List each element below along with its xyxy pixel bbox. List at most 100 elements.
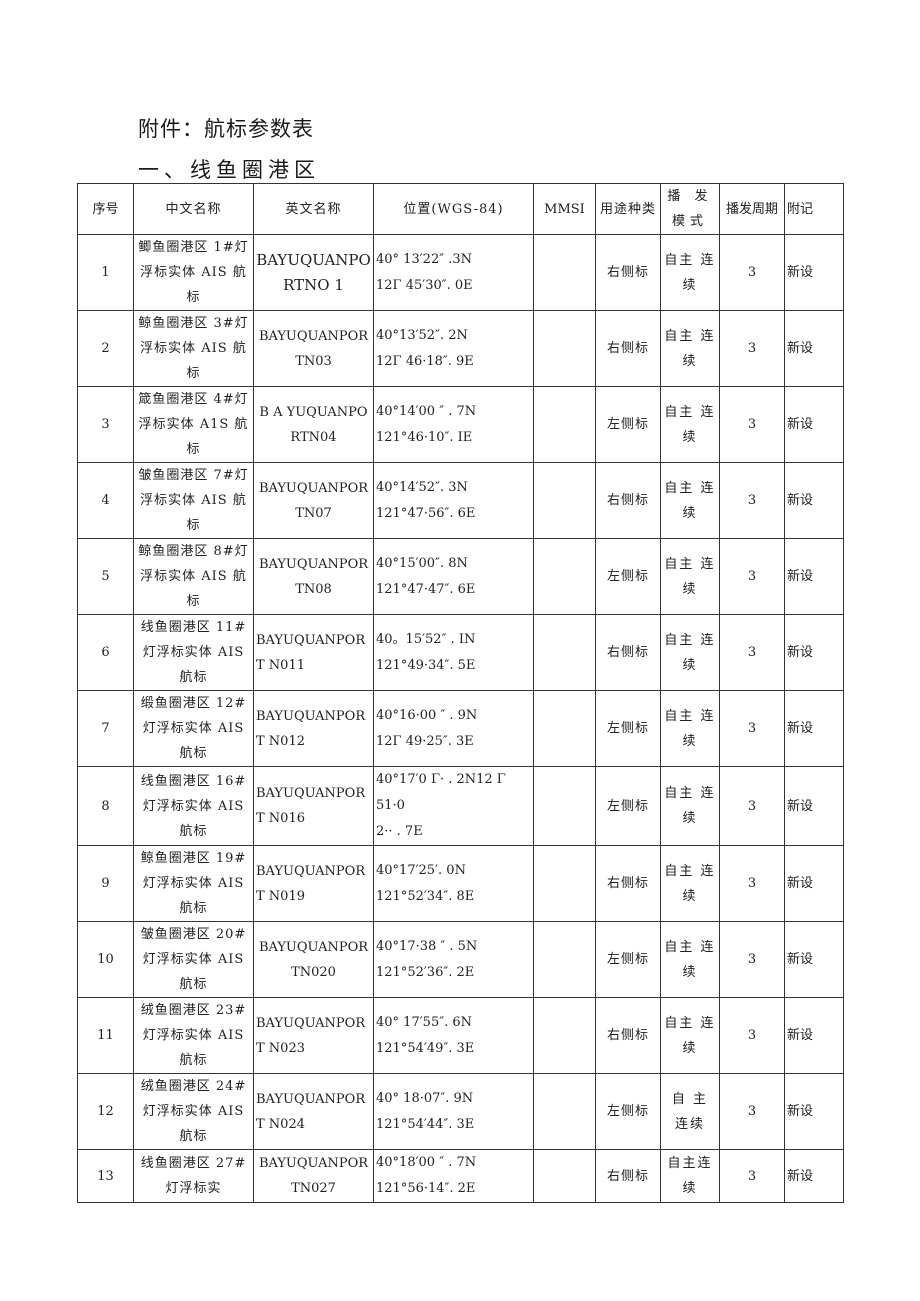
cell-note: 新设 — [784, 614, 844, 691]
cell-index: 12 — [77, 1073, 134, 1150]
position-longitude: 2·· . 7E — [376, 824, 423, 839]
cell-cn-name: 鲫鱼圈港区 1#灯浮标实体 AIS 航标 — [133, 234, 254, 311]
cell-usage: 右侧标 — [595, 614, 661, 691]
table-row: 6 线鱼圈港区 11#灯浮标实体 AIS 航标 BAYUQUANPORT N011 4… — [77, 614, 844, 691]
cell-en-name: BAYUQUANPORT N023 — [253, 997, 374, 1074]
table-row: 7 缎鱼圈港区 12#灯浮标实体 AIS 航标 BAYUQUANPORT N012 4… — [77, 690, 844, 767]
cell-mmsi — [533, 614, 596, 691]
cell-mmsi — [533, 997, 596, 1074]
cell-cn-name: 鲸鱼圈港区 8#灯浮标实体 AIS 航标 — [133, 538, 254, 615]
cell-cn-name: 鲸鱼圈港区 19#灯浮标实体 AIS 航标 — [133, 845, 254, 922]
cell-index: 4 — [77, 462, 134, 539]
cell-index: 7 — [77, 690, 134, 767]
position-latitude: 40°17·38 ″ . 5N — [376, 938, 478, 954]
cell-en-name: BAYUQUANPORT N019 — [253, 845, 374, 922]
cell-period: 3 — [719, 845, 785, 922]
cell-en-name: BAYUQUANPORTNO 1 — [253, 234, 374, 311]
cell-cn-name: 皱鱼圈港区 20#灯浮标实体 AIS 航标 — [133, 921, 254, 998]
cell-index: 11 — [77, 997, 134, 1074]
position-latitude: 40°14′52″. 3N — [376, 479, 468, 495]
cell-mmsi — [533, 1073, 596, 1150]
document-page: 附件：航标参数表 一、线鱼圈港区 序号 中文名称 英文名称 位置(WGS-84)… — [0, 0, 920, 1301]
position-latitude: 40°16·00 ″ . 9N — [376, 707, 478, 723]
table-row: 10 皱鱼圈港区 20#灯浮标实体 AIS 航标 BAYUQUANPORTN020 4… — [77, 921, 844, 998]
cell-mode: 自主 连续 — [660, 386, 720, 463]
cell-mode: 自主 连续 — [660, 766, 720, 846]
table-row: 3 箴鱼圈港区 4#灯浮标实体 A1S 航标 B A YUQUANPORTN04 40… — [77, 386, 844, 463]
cell-mmsi — [533, 234, 596, 311]
cell-position: 40°18′00 ″ . 7N 121°56·14″. 2E — [373, 1149, 534, 1203]
cell-usage: 左侧标 — [595, 766, 661, 846]
position-longitude: 121°46·10″. IE — [376, 429, 473, 445]
cell-mmsi — [533, 921, 596, 998]
header-period: 播发周期 — [719, 183, 785, 235]
cell-mode: 自主 连续 — [660, 462, 720, 539]
cell-en-name: BAYUQUANPORT N016 — [253, 766, 374, 846]
table-row: 12 绒鱼圈港区 24#灯浮标实体 AIS 航标 BAYUQUANPORT N024… — [77, 1073, 844, 1150]
cell-cn-name: 绒鱼圈港区 23#灯浮标实体 AIS 航标 — [133, 997, 254, 1074]
cell-en-name: BAYUQUANPORTN027 — [253, 1149, 374, 1203]
position-latitude: 40°17′0 Γ· . 2N12 Γ 51·0 — [376, 772, 506, 813]
cell-mode: 自主 连续 — [660, 845, 720, 922]
position-longitude: 121°49·34″. 5E — [376, 657, 476, 673]
cell-index: 10 — [77, 921, 134, 998]
cell-cn-name: 线鱼圈港区 16#灯浮标实体 AIS 航标 — [133, 766, 254, 846]
position-longitude: 121°56·14″. 2E — [376, 1181, 476, 1196]
header-mode: 播 发 模式 — [660, 183, 720, 235]
cell-en-name: B A YUQUANPORTN04 — [253, 386, 374, 463]
cell-note: 新设 — [784, 921, 844, 998]
cell-mode: 自主 连续 — [660, 538, 720, 615]
position-longitude: 121°54′49″. 3E — [376, 1040, 475, 1056]
cell-cn-name: 线鱼圈港区 11#灯浮标实体 AIS 航标 — [133, 614, 254, 691]
cell-mmsi — [533, 1149, 596, 1203]
cell-usage: 右侧标 — [595, 845, 661, 922]
cell-mode: 自主 连续 — [660, 690, 720, 767]
aids-parameter-table: 序号 中文名称 英文名称 位置(WGS-84) MMSI 用途种类 播 发 模式… — [77, 183, 844, 1203]
position-longitude: 121°52′36″. 2E — [376, 964, 475, 980]
cell-mode: 自主 连续 — [660, 234, 720, 311]
cell-en-name: BAYUQUANPORT N024 — [253, 1073, 374, 1150]
header-note: 附记 — [784, 183, 844, 235]
cell-usage: 左侧标 — [595, 690, 661, 767]
position-longitude: 121°54′44″. 3E — [376, 1116, 475, 1132]
cell-note: 新设 — [784, 1149, 844, 1203]
cell-index: 8 — [77, 766, 134, 846]
cell-position: 40°15′00″. 8N 121°47·47″. 6E — [373, 538, 534, 615]
position-longitude: 121°47·47″. 6E — [376, 581, 476, 597]
cell-en-name: BAYUQUANPORTN08 — [253, 538, 374, 615]
cell-mmsi — [533, 690, 596, 767]
cell-cn-name: 缎鱼圈港区 12#灯浮标实体 AIS 航标 — [133, 690, 254, 767]
cell-note: 新设 — [784, 690, 844, 767]
position-latitude: 40。15′52″ . IN — [376, 631, 476, 647]
position-latitude: 40°18′00 ″ . 7N — [376, 1155, 477, 1170]
table-row: 1 鲫鱼圈港区 1#灯浮标实体 AIS 航标 BAYUQUANPORTNO 1 40°… — [77, 234, 844, 311]
cell-usage: 右侧标 — [595, 997, 661, 1074]
table-row: 5 鲸鱼圈港区 8#灯浮标实体 AIS 航标 BAYUQUANPORTN08 40°1… — [77, 538, 844, 615]
table-row: 11 绒鱼圈港区 23#灯浮标实体 AIS 航标 BAYUQUANPORT N023… — [77, 997, 844, 1074]
cell-index: 3 — [77, 386, 134, 463]
cell-usage: 右侧标 — [595, 234, 661, 311]
position-longitude: 12Γ 49·25″. 3E — [376, 733, 474, 749]
cell-en-name: BAYUQUANPORT N012 — [253, 690, 374, 767]
cell-en-name: BAYUQUANPORTN020 — [253, 921, 374, 998]
cell-period: 3 — [719, 310, 785, 387]
cell-position: 40°13′52″. 2N 12Γ 46·18″. 9E — [373, 310, 534, 387]
cell-note: 新设 — [784, 234, 844, 311]
table-row: 2 鲸鱼圈港区 3#灯浮标实体 AIS 航标 BAYUQUANPORTN03 40°1… — [77, 310, 844, 387]
cell-usage: 左侧标 — [595, 538, 661, 615]
position-latitude: 40°14′00 ″ . 7N — [376, 403, 477, 419]
cell-mode: 自主 连续 — [660, 921, 720, 998]
cell-position: 40° 13′22″ .3N 12Γ 45′30″. 0E — [373, 234, 534, 311]
header-en-name: 英文名称 — [253, 183, 374, 235]
cell-en-name: BAYUQUANPORT N011 — [253, 614, 374, 691]
table-row: 13 线鱼圈港区 27#灯浮标实 BAYUQUANPORTN027 40°18′00 … — [77, 1149, 844, 1203]
table-row: 9 鲸鱼圈港区 19#灯浮标实体 AIS 航标 BAYUQUANPORT N019 4… — [77, 845, 844, 922]
cell-usage: 左侧标 — [595, 921, 661, 998]
cell-index: 13 — [77, 1149, 134, 1203]
cell-index: 6 — [77, 614, 134, 691]
cell-cn-name: 箴鱼圈港区 4#灯浮标实体 A1S 航标 — [133, 386, 254, 463]
header-position: 位置(WGS-84) — [373, 183, 534, 235]
position-latitude: 40°15′00″. 8N — [376, 555, 468, 571]
header-cn-name: 中文名称 — [133, 183, 254, 235]
cell-mmsi — [533, 766, 596, 846]
